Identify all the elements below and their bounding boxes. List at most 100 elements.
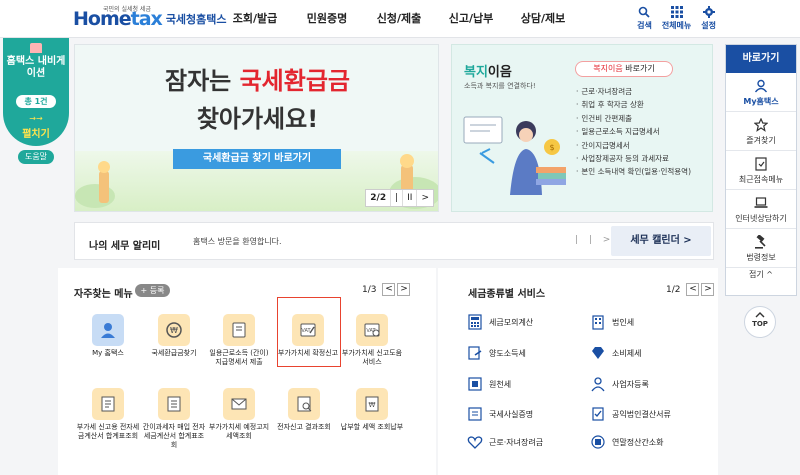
- calc-doc-icon: [591, 435, 605, 449]
- menu-application[interactable]: 신청/제출: [364, 0, 434, 38]
- service-tax-certificate[interactable]: 국세사실증명: [467, 406, 533, 422]
- service-business-registration[interactable]: 사업자등록: [590, 376, 649, 392]
- service-label: 소비제세: [612, 348, 642, 358]
- frequent-item-invoice-summary[interactable]: 부가세 신고용 전자세금계산서 합계표조회: [76, 388, 140, 441]
- frequent-item-vat-estimate[interactable]: 부가가치세 예정고지 세액조회: [207, 388, 271, 441]
- hero-headline-line2: 찾아가세요!: [196, 105, 319, 133]
- frequent-item-my-hometax[interactable]: My 홈택스: [76, 314, 140, 358]
- invoice-search-icon: [158, 388, 190, 420]
- service-label: 원천세: [489, 379, 512, 389]
- quick-favorites[interactable]: 즐겨찾기: [726, 112, 796, 151]
- transfer-icon: [468, 346, 482, 360]
- service-capital-gains-tax[interactable]: 양도소득세: [467, 345, 526, 361]
- frequent-item-label: 국세환급금찾기: [151, 349, 197, 357]
- welfare-title-rest: 이음: [487, 65, 512, 80]
- star-icon: [754, 118, 768, 132]
- menu-inquiry[interactable]: 조회/발급: [220, 0, 290, 38]
- help-button[interactable]: 도움말: [18, 150, 54, 164]
- hero-banner: 잠자는 국세환급금 찾아가세요! 국세환급금 찾기 바로가기 2/2 | II …: [74, 44, 439, 212]
- user-icon: [92, 314, 124, 346]
- all-menu-button[interactable]: 전체메뉴: [662, 6, 691, 31]
- welfare-item[interactable]: 사업장제공자 등의 과세자료: [576, 152, 691, 165]
- frequent-item-e-filing-result[interactable]: 전자신고 결과조회: [272, 388, 336, 432]
- logo-tagline: 국민의 실세청 세금: [103, 6, 151, 13]
- quick-law-info[interactable]: 법령정보: [726, 229, 796, 268]
- welfare-item[interactable]: 일용근로소득 지급명세서: [576, 125, 691, 138]
- svg-text:VAT: VAT: [366, 328, 376, 334]
- service-earned-income-credit[interactable]: 근로·자녀장려금: [467, 434, 543, 450]
- check-doc-icon: [592, 407, 604, 421]
- welfare-title: 복지이음: [464, 61, 512, 80]
- selected-item-highlight: [277, 297, 341, 367]
- frequent-next-button[interactable]: >: [397, 283, 411, 296]
- banner-next-button[interactable]: >: [416, 190, 433, 206]
- frequent-item-daily-wage[interactable]: 일용근로소득 (간이)지급명세서 제출: [207, 314, 271, 367]
- welfare-item[interactable]: 본인 소득내역 확인(일용·인적용역): [576, 165, 691, 178]
- search-button[interactable]: 검색: [637, 6, 652, 31]
- frequent-item-label: 전자신고 결과조회: [277, 423, 331, 431]
- tax-service-next-button[interactable]: >: [701, 283, 715, 296]
- service-tax-simulation[interactable]: 세금모의계산: [467, 314, 533, 330]
- frequent-add-button[interactable]: + 등록: [135, 284, 170, 297]
- quick-collapse-button[interactable]: 접기 ^: [726, 268, 796, 284]
- service-withholding-tax[interactable]: 원천세: [467, 376, 511, 392]
- service-corporate-tax[interactable]: 법인세: [590, 314, 634, 330]
- frequent-prev-button[interactable]: <: [382, 283, 396, 296]
- calculator-icon: [468, 314, 482, 330]
- menu-filing[interactable]: 신고/납부: [436, 0, 506, 38]
- hero-headline-line1: 잠자는 국세환급금: [75, 61, 438, 96]
- banner-pause-button[interactable]: II: [402, 190, 416, 206]
- certificate-icon: [468, 407, 482, 421]
- quick-internet-consult[interactable]: 인터넷상담하기: [726, 190, 796, 229]
- service-public-interest-corp[interactable]: 공익법인결산서류: [590, 406, 671, 422]
- search-label: 검색: [637, 21, 652, 30]
- scroll-top-button[interactable]: TOP: [744, 306, 776, 338]
- welfare-shortcut-button[interactable]: 복지이음 바로가기: [575, 61, 673, 77]
- person-icon: [591, 377, 605, 392]
- settings-button[interactable]: 설정: [701, 6, 716, 31]
- hometax-logo[interactable]: 국민의 실세청 세금 Home tax 국세청홈택스: [73, 5, 227, 33]
- refund-search-button[interactable]: 국세환급금 찾기 바로가기: [173, 149, 341, 169]
- navigator-title: 홈택스 내비게이션: [6, 56, 66, 79]
- invoice-icon: [92, 388, 124, 420]
- welfare-subtitle: 소득과 복지를 연결하다!: [464, 82, 536, 90]
- welfare-item[interactable]: 인건비 간편제출: [576, 112, 691, 125]
- frequent-item-label: 간이과세자 매입 전자세금계산서 합계표조회: [142, 423, 206, 449]
- frequent-item-tax-payment[interactable]: ₩ 납부할 세액 조회납부: [340, 388, 404, 432]
- frequent-item-refund[interactable]: ₩ 국세환급금찾기: [142, 314, 206, 358]
- frequent-item-simplified-invoice[interactable]: 간이과세자 매입 전자세금계산서 합계표조회: [142, 388, 206, 450]
- welfare-button-highlight: 복지이음: [593, 64, 623, 73]
- welfare-title-highlight: 복지: [464, 65, 488, 80]
- tax-service-prev-button[interactable]: <: [686, 283, 700, 296]
- welfare-item[interactable]: 근로·자녀장려금: [576, 85, 691, 98]
- menu-consult[interactable]: 상담/제보: [508, 0, 578, 38]
- hometax-navigator[interactable]: 홈택스 내비게이션 총 1건 →→ 펼치기: [3, 38, 69, 146]
- quick-label: 최근접속메뉴: [738, 175, 784, 184]
- service-consumption-tax[interactable]: 소비제세: [590, 345, 641, 361]
- banner-prev-button[interactable]: |: [390, 190, 402, 206]
- navigator-open-button[interactable]: 펼치기: [3, 125, 69, 140]
- welfare-item[interactable]: 간이지급명세서: [576, 139, 691, 152]
- svg-text:₩: ₩: [369, 401, 376, 409]
- notifier-controls[interactable]: | | >: [575, 235, 614, 245]
- vat-help-icon: VAT: [356, 314, 388, 346]
- frequent-item-vat-help[interactable]: VAT 부가가치세 신고도움 서비스: [340, 314, 404, 367]
- frequent-item-label: 부가세 신고용 전자세금계산서 합계표조회: [76, 423, 140, 440]
- quick-label: My홈택스: [743, 97, 779, 106]
- service-year-end-settlement[interactable]: 연말정산간소화: [590, 434, 664, 450]
- welfare-item[interactable]: 취업 후 학자금 상환: [576, 98, 691, 111]
- document-icon: [223, 314, 255, 346]
- double-arrow-icon: →→: [29, 114, 43, 123]
- service-label: 연말정산간소화: [612, 437, 664, 447]
- quick-my-hometax[interactable]: My홈택스: [726, 73, 796, 112]
- service-label: 국세사실증명: [489, 409, 534, 419]
- withholding-icon: [468, 377, 482, 391]
- quick-recent-menu[interactable]: 최근접속메뉴: [726, 151, 796, 190]
- service-label: 양도소득세: [489, 348, 526, 358]
- welfare-illustration: $: [463, 116, 566, 195]
- tax-calendar-button[interactable]: 세무 캘린더 >: [611, 226, 711, 256]
- frequent-item-label: 납부할 세액 조회납부: [340, 423, 404, 431]
- menu-certificate[interactable]: 민원증명: [292, 0, 362, 38]
- laptop-icon: [754, 197, 768, 208]
- svg-text:₩: ₩: [170, 326, 178, 335]
